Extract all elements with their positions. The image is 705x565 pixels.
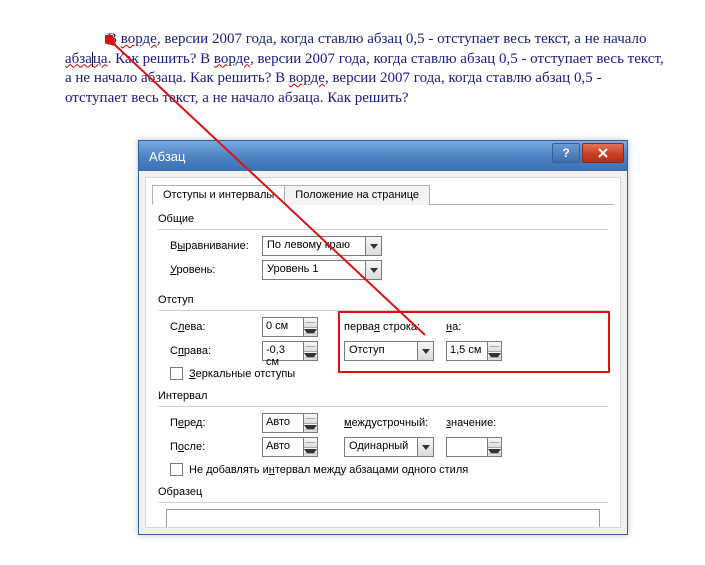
firstline-on-label: на: (446, 321, 494, 333)
chevron-down-icon[interactable] (365, 261, 381, 279)
alignment-label: Выравнивание: (170, 240, 262, 252)
chevron-down-icon[interactable] (417, 438, 433, 456)
tab-page-position[interactable]: Положение на странице (284, 185, 430, 205)
help-button[interactable]: ? (552, 143, 580, 163)
firstline-combo[interactable]: Отступ (344, 341, 434, 361)
linespacing-label: междустрочный: (344, 417, 446, 429)
linespacing-value-label: значение: (446, 417, 506, 429)
mirror-indents-checkbox[interactable] (170, 367, 183, 380)
no-space-same-style-label: Не добавлять интервал между абзацами одн… (189, 464, 468, 476)
space-before-label: Перед: (170, 417, 262, 429)
paragraph-dialog: Абзац ? Отступы и интервалы Положение на… (138, 140, 628, 535)
indent-right-spinner[interactable]: -0,3 см (262, 341, 318, 361)
firstline-on-spinner[interactable]: 1,5 см (446, 341, 502, 361)
alignment-combo[interactable]: По левому краю (262, 236, 382, 256)
preview-box (166, 509, 600, 527)
indent-left-label: Слева: (170, 321, 262, 333)
space-before-spinner[interactable]: Авто (262, 413, 318, 433)
level-label: Уровень: (170, 264, 262, 276)
space-after-label: После: (170, 441, 262, 453)
chevron-down-icon[interactable] (417, 342, 433, 360)
document-paragraph: В ворде, версии 2007 года, когда ставлю … (65, 30, 665, 108)
chevron-down-icon[interactable] (365, 237, 381, 255)
section-preview: Образец (158, 486, 614, 498)
tab-indents-spacing[interactable]: Отступы и интервалы (152, 185, 285, 205)
indent-left-spinner[interactable]: 0 см (262, 317, 318, 337)
dialog-title: Абзац (149, 149, 185, 164)
section-spacing: Интервал (158, 390, 614, 402)
level-combo[interactable]: Уровень 1 (262, 260, 382, 280)
titlebar[interactable]: Абзац ? (139, 141, 627, 171)
indent-right-label: Справа: (170, 345, 262, 357)
mirror-indents-label: Зеркальные отступы (189, 368, 295, 380)
close-icon (597, 148, 609, 158)
linespacing-combo[interactable]: Одинарный (344, 437, 434, 457)
section-general: Общие (158, 213, 614, 225)
spellcheck-word: ворде (121, 31, 157, 47)
space-after-spinner[interactable]: Авто (262, 437, 318, 457)
firstline-label: первая строка: (344, 321, 446, 333)
linespacing-value-spinner[interactable] (446, 437, 502, 457)
no-space-same-style-checkbox[interactable] (170, 463, 183, 476)
tabs: Отступы и интервалы Положение на страниц… (152, 184, 614, 205)
section-indent: Отступ (158, 294, 614, 306)
close-button[interactable] (582, 143, 624, 163)
